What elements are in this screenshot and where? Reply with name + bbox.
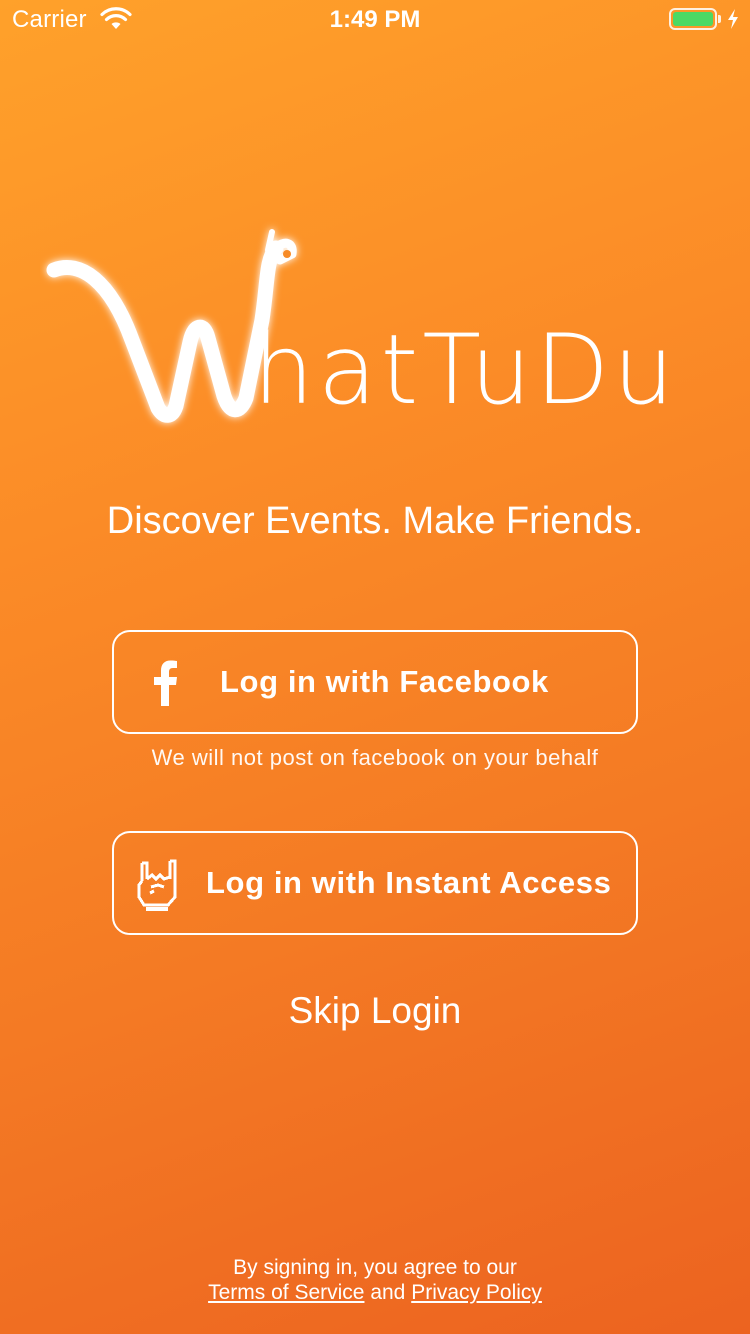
battery-icon [669, 8, 717, 30]
status-bar: Carrier 1:49 PM [0, 0, 750, 40]
legal-line: By signing in, you agree to our [233, 1256, 517, 1279]
tagline: Discover Events. Make Friends. [106, 500, 644, 542]
charging-bolt-icon [728, 9, 738, 29]
legal-links-line: Terms of Service and Privacy Policy [0, 1280, 750, 1305]
legal-notice: By signing in, you agree to our Terms of… [0, 1255, 750, 1305]
skip-login-button[interactable]: Skip Login [0, 990, 750, 1032]
instant-access-login-button[interactable]: Log in with Instant Access [112, 831, 638, 935]
logo-wordmark: hatTuDu [253, 314, 678, 426]
battery-level [673, 12, 713, 26]
facebook-disclaimer: We will not post on facebook on your beh… [151, 745, 599, 770]
facebook-login-label: Log in with Facebook [220, 664, 549, 699]
privacy-policy-link[interactable]: Privacy Policy [411, 1281, 542, 1304]
legal-and: and [370, 1281, 406, 1304]
instant-access-login-label: Log in with Instant Access [206, 865, 612, 900]
facebook-f-icon [154, 660, 177, 706]
battery-cap [718, 15, 721, 23]
status-time: 1:49 PM [329, 6, 421, 33]
rock-hand-icon [137, 859, 177, 911]
terms-of-service-link[interactable]: Terms of Service [208, 1281, 364, 1304]
facebook-login-button[interactable]: Log in with Facebook [112, 630, 638, 734]
